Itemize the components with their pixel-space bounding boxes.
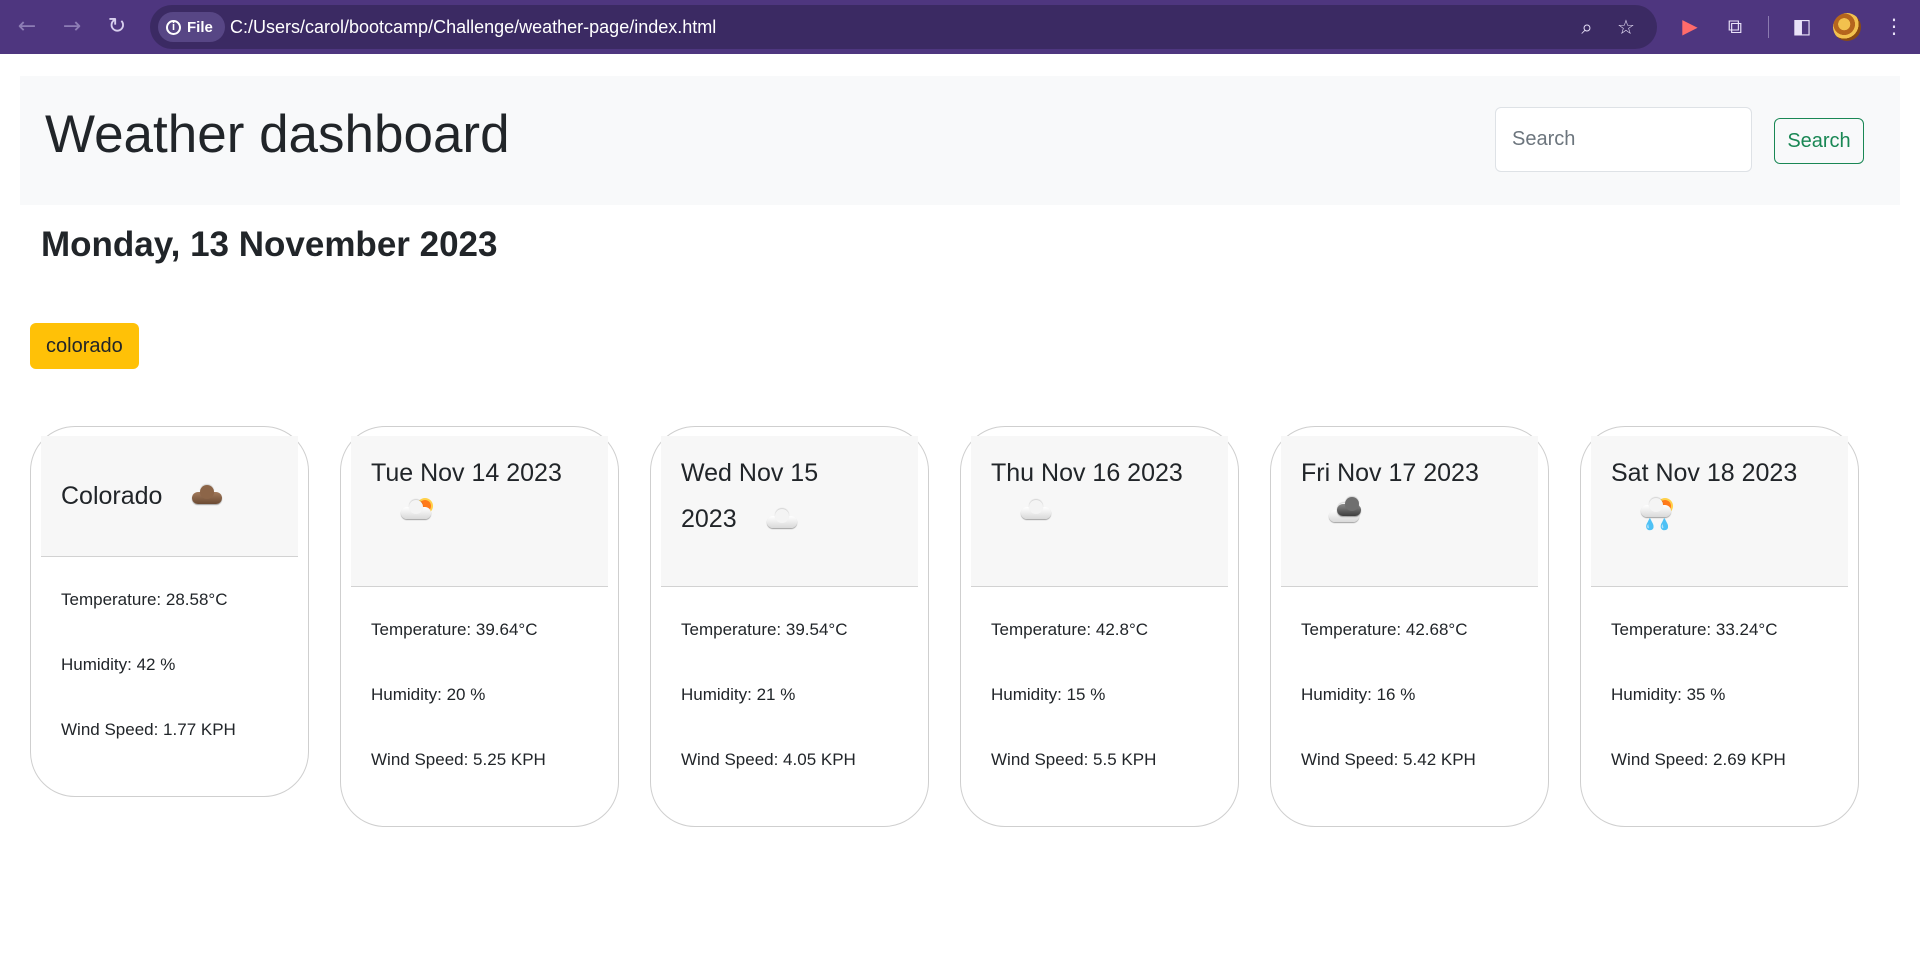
wind-speed-text: Wind Speed: 5.42 KPH bbox=[1301, 750, 1476, 769]
humidity-text: Humidity: 42 % bbox=[61, 655, 176, 674]
card-body: Temperature: 39.54°C Humidity: 21 % Wind… bbox=[661, 587, 918, 826]
wind-speed-text: Wind Speed: 5.5 KPH bbox=[991, 750, 1157, 769]
page-title: Weather dashboard bbox=[45, 105, 510, 164]
cloud-icon bbox=[765, 507, 801, 533]
temperature-text: Temperature: 39.54°C bbox=[681, 620, 848, 639]
bookmark-star-icon[interactable]: ☆ bbox=[1613, 14, 1639, 40]
card-title: Sat Nov 18 2023 bbox=[1611, 459, 1798, 487]
humidity-text: Humidity: 16 % bbox=[1301, 685, 1416, 704]
profile-avatar[interactable] bbox=[1833, 13, 1861, 41]
temperature-text: Temperature: 42.8°C bbox=[991, 620, 1149, 639]
search-input[interactable] bbox=[1495, 107, 1752, 172]
cloud-brown-icon bbox=[190, 483, 226, 509]
card-title: Colorado bbox=[61, 482, 163, 510]
forecast-card: Sat Nov 18 2023 💧💧 Temperature: 33.24°C … bbox=[1580, 426, 1859, 827]
side-panel-icon[interactable]: ◧ bbox=[1788, 12, 1816, 40]
kebab-menu-icon[interactable]: ⋮ bbox=[1880, 12, 1908, 40]
cloud-icon bbox=[1019, 498, 1055, 524]
dark-clouds-icon bbox=[1329, 497, 1365, 524]
card-title: Thu Nov 16 2023 bbox=[991, 459, 1183, 487]
card-body: Temperature: 33.24°C Humidity: 35 % Wind… bbox=[1591, 587, 1848, 826]
wind-speed-text: Wind Speed: 4.05 KPH bbox=[681, 750, 856, 769]
info-icon: i bbox=[166, 19, 181, 35]
humidity-text: Humidity: 15 % bbox=[991, 685, 1106, 704]
search-button[interactable]: Search bbox=[1774, 118, 1864, 164]
card-header: Colorado bbox=[41, 436, 298, 557]
card-body: Temperature: 42.8°C Humidity: 15 % Wind … bbox=[971, 587, 1228, 826]
card-title: Tue Nov 14 2023 bbox=[371, 459, 562, 487]
forecast-card: Thu Nov 16 2023 Temperature: 42.8°C Humi… bbox=[960, 426, 1239, 827]
card-header: Thu Nov 16 2023 bbox=[971, 436, 1228, 587]
navbar: Weather dashboard Search bbox=[20, 76, 1900, 205]
current-date: Monday, 13 November 2023 bbox=[41, 225, 498, 264]
forecast-card: Wed Nov 15 2023 Temperature: 39.54°C Hum… bbox=[650, 426, 929, 827]
file-label: File bbox=[187, 18, 213, 36]
back-arrow-icon[interactable]: ← bbox=[12, 11, 42, 41]
forecast-card: Fri Nov 17 2023 Temperature: 42.68°C Hum… bbox=[1270, 426, 1549, 827]
card-header: Tue Nov 14 2023 bbox=[351, 436, 608, 587]
card-header: Fri Nov 17 2023 bbox=[1281, 436, 1538, 587]
forecast-card: Tue Nov 14 2023 Temperature: 39.64°C Hum… bbox=[340, 426, 619, 827]
wind-speed-text: Wind Speed: 5.25 KPH bbox=[371, 750, 546, 769]
sun-behind-cloud-icon bbox=[399, 498, 435, 524]
temperature-text: Temperature: 28.58°C bbox=[61, 590, 228, 609]
card-body: Temperature: 42.68°C Humidity: 16 % Wind… bbox=[1281, 587, 1538, 826]
temperature-text: Temperature: 33.24°C bbox=[1611, 620, 1778, 639]
site-info-chip[interactable]: i File bbox=[158, 12, 225, 42]
forward-arrow-icon[interactable]: → bbox=[57, 11, 87, 41]
card-body: Temperature: 28.58°C Humidity: 42 % Wind… bbox=[41, 557, 298, 796]
browser-toolbar: ← → ↻ i File C:/Users/carol/bootcamp/Cha… bbox=[0, 0, 1920, 54]
card-body: Temperature: 39.64°C Humidity: 20 % Wind… bbox=[351, 587, 608, 826]
extensions-puzzle-icon[interactable]: ⧉ bbox=[1721, 12, 1749, 40]
address-bar[interactable]: i File C:/Users/carol/bootcamp/Challenge… bbox=[150, 5, 1657, 49]
url-text[interactable]: C:/Users/carol/bootcamp/Challenge/weathe… bbox=[230, 5, 716, 49]
card-title: Wed Nov 15 2023 bbox=[681, 450, 856, 542]
wind-speed-text: Wind Speed: 1.77 KPH bbox=[61, 720, 236, 739]
zoom-icon[interactable]: ⌕ bbox=[1574, 14, 1600, 40]
humidity-text: Humidity: 20 % bbox=[371, 685, 486, 704]
history-button-colorado[interactable]: colorado bbox=[30, 323, 139, 369]
card-header: Wed Nov 15 2023 bbox=[661, 436, 918, 587]
temperature-text: Temperature: 39.64°C bbox=[371, 620, 538, 639]
card-header: Sat Nov 18 2023 💧💧 bbox=[1591, 436, 1848, 587]
reload-icon[interactable]: ↻ bbox=[102, 11, 132, 41]
wind-speed-text: Wind Speed: 2.69 KPH bbox=[1611, 750, 1786, 769]
current-weather-card: Colorado Temperature: 28.58°C Humidity: … bbox=[30, 426, 309, 797]
humidity-text: Humidity: 35 % bbox=[1611, 685, 1726, 704]
temperature-text: Temperature: 42.68°C bbox=[1301, 620, 1468, 639]
humidity-text: Humidity: 21 % bbox=[681, 685, 796, 704]
sun-rain-icon: 💧💧 bbox=[1639, 498, 1675, 531]
card-title: Fri Nov 17 2023 bbox=[1301, 459, 1479, 487]
toolbar-divider bbox=[1768, 16, 1769, 38]
extension-icon[interactable]: ▶ bbox=[1676, 12, 1704, 40]
